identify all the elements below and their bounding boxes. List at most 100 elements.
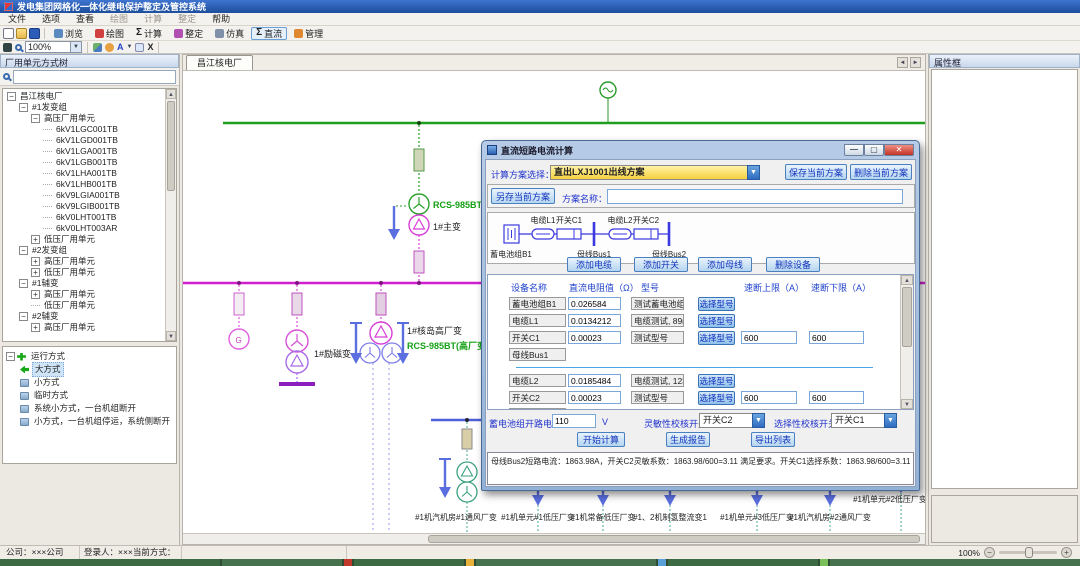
cable2-symbol[interactable] — [609, 229, 631, 239]
tree-collapse-icon[interactable]: − — [19, 312, 28, 321]
tree-collapse-icon[interactable]: − — [19, 279, 28, 288]
resistance-input[interactable] — [568, 374, 621, 387]
tree-collapse-icon[interactable]: − — [31, 114, 40, 123]
gen-report-button[interactable]: 生成报告 — [666, 432, 710, 447]
add-switch-button[interactable]: 添加开关 — [634, 257, 688, 272]
tree-search-input[interactable] — [13, 70, 176, 84]
tree-item[interactable]: 6kV1LGD001TB — [5, 135, 176, 146]
menu-item[interactable]: 整定 — [170, 13, 204, 26]
tree-item[interactable]: −#1发变组 — [5, 102, 176, 113]
tree-item[interactable]: 6kV9LGIB001TB — [5, 201, 176, 212]
menu-item[interactable]: 帮助 — [204, 13, 238, 26]
toolbar-button-dc[interactable]: Σ直流 — [251, 27, 287, 40]
tree-expand-icon[interactable]: + — [31, 323, 40, 332]
saveas-button[interactable]: 另存当前方案 — [491, 188, 555, 204]
tab-scroll-left-icon[interactable]: ◄ — [897, 57, 908, 68]
tree-item[interactable]: +低压厂用单元 — [5, 234, 176, 245]
menu-item[interactable]: 计算 — [136, 13, 170, 26]
select-model-button[interactable]: 选择型号 — [698, 314, 735, 328]
open-file-icon[interactable] — [16, 28, 27, 39]
tree-item[interactable]: 6kV1LHA001TB — [5, 168, 176, 179]
minimize-button[interactable]: — — [844, 144, 864, 156]
switch2-symbol[interactable] — [634, 229, 658, 239]
close-button[interactable]: ✕ — [884, 144, 914, 156]
tree-item[interactable]: 6kV1LGC001TB — [5, 124, 176, 135]
main-transformer-branch[interactable] — [396, 125, 429, 281]
resistance-input[interactable] — [568, 391, 621, 404]
toolbar-button-calc[interactable]: Σ计算 — [131, 27, 167, 40]
tree-item[interactable]: 6kV0LHT001TB — [5, 212, 176, 223]
zoom-tool-icon[interactable] — [15, 44, 22, 51]
toolbar-button-manage[interactable]: 管理 — [289, 27, 328, 40]
toolbar-button-simulate[interactable]: 仿真 — [210, 27, 249, 40]
scroll-up-icon[interactable]: ▲ — [901, 275, 913, 285]
tree-collapse-icon[interactable]: − — [19, 246, 28, 255]
run-mode-item[interactable]: 小方式 — [6, 376, 176, 389]
zoom-in-icon[interactable]: + — [1061, 547, 1072, 558]
tree-item[interactable]: 6kV9LGIA001TB — [5, 190, 176, 201]
tree-expand-icon[interactable]: + — [31, 257, 40, 266]
chevron-down-icon[interactable]: ▼ — [71, 41, 82, 53]
start-calc-button[interactable]: 开始计算 — [577, 432, 625, 447]
tree-item[interactable]: −#2辅变 — [5, 311, 176, 322]
zoom-slider-thumb[interactable] — [1025, 547, 1033, 558]
scrollbar-thumb[interactable] — [428, 535, 920, 543]
select-model-button[interactable]: 选择型号 — [698, 331, 735, 345]
chevron-down-icon[interactable]: ▼ — [884, 413, 897, 428]
tree-item[interactable]: +高压厂用单元 — [5, 289, 176, 300]
zoom-out-icon[interactable]: − — [984, 547, 995, 558]
find-icon[interactable] — [3, 43, 12, 52]
tree-expand-icon[interactable]: + — [31, 290, 40, 299]
toolbar-button-draw[interactable]: 绘图 — [90, 27, 129, 40]
tree-item[interactable]: −昌江核电厂 — [5, 91, 176, 102]
cable1-symbol[interactable] — [532, 229, 554, 239]
switch1-symbol[interactable] — [557, 229, 581, 239]
selectivity-switch-combo[interactable]: 开关C1 ▼ — [831, 413, 897, 428]
tree-item[interactable]: 6kV1LHB001TB — [5, 179, 176, 190]
resistance-input[interactable] — [568, 297, 621, 310]
zoom-level-combo[interactable]: 100% ▼ — [25, 41, 82, 53]
select-model-button[interactable]: 选择型号 — [698, 391, 735, 405]
resistance-input[interactable] — [568, 314, 621, 327]
tree-item[interactable]: −#1辅变 — [5, 278, 176, 289]
chevron-down-icon[interactable]: ▼ — [752, 413, 765, 428]
image-tool-icon[interactable] — [93, 43, 102, 52]
add-bus-button[interactable]: 添加母线 — [698, 257, 752, 272]
scroll-down-icon[interactable]: ▼ — [901, 399, 913, 409]
tree-item[interactable]: −高压厂用单元 — [5, 113, 176, 124]
run-mode-item[interactable]: 系统小方式，一台机组断开 — [6, 402, 176, 415]
zoom-slider[interactable] — [999, 551, 1057, 554]
excitation-transformer-branch[interactable] — [279, 285, 315, 384]
run-mode-item[interactable]: 小方式，一台机组停运，系统侧断开 — [6, 415, 176, 428]
tree-scrollbar[interactable]: ▲ ▼ — [165, 89, 176, 341]
scrollbar-thumb[interactable] — [902, 287, 912, 347]
edit-tool-icon[interactable] — [135, 43, 144, 52]
tab-scroll-right-icon[interactable]: ► — [910, 57, 921, 68]
new-file-icon[interactable] — [3, 28, 14, 39]
canvas-horizontal-scrollbar[interactable] — [183, 533, 925, 544]
delete-tool-icon[interactable]: X — [147, 42, 153, 52]
scroll-up-icon[interactable]: ▲ — [166, 89, 176, 99]
battery-voltage-input[interactable] — [552, 414, 596, 428]
menu-item[interactable]: 绘图 — [102, 13, 136, 26]
menu-item[interactable]: 选项 — [34, 13, 68, 26]
resistance-input[interactable] — [568, 331, 621, 344]
scroll-down-icon[interactable]: ▼ — [166, 331, 176, 341]
scheme-name-input[interactable] — [607, 189, 903, 204]
upper-limit-input[interactable] — [741, 331, 797, 344]
generator-branch[interactable]: G — [229, 285, 249, 349]
table-scrollbar[interactable]: ▲ ▼ — [900, 275, 913, 409]
run-mode-item[interactable]: 大方式 — [6, 363, 176, 376]
tree-item[interactable]: +高压厂用单元 — [5, 322, 176, 333]
text-tool-icon[interactable]: A — [117, 42, 124, 52]
menu-item[interactable]: 查看 — [68, 13, 102, 26]
feeder-column[interactable]: #1机汽机房#1通风厂变 — [415, 512, 497, 522]
delete-device-button[interactable]: 删除设备 — [766, 257, 820, 272]
select-model-button[interactable]: 选择型号 — [698, 374, 735, 388]
pan-hand-icon[interactable] — [105, 43, 114, 52]
sensitivity-switch-combo[interactable]: 开关C2 ▼ — [699, 413, 765, 428]
maximize-button[interactable]: ▢ — [864, 144, 884, 156]
export-list-button[interactable]: 导出列表 — [751, 432, 795, 447]
tree-item[interactable]: +低压厂用单元 — [5, 267, 176, 278]
chevron-down-icon[interactable]: ▼ — [747, 165, 760, 180]
